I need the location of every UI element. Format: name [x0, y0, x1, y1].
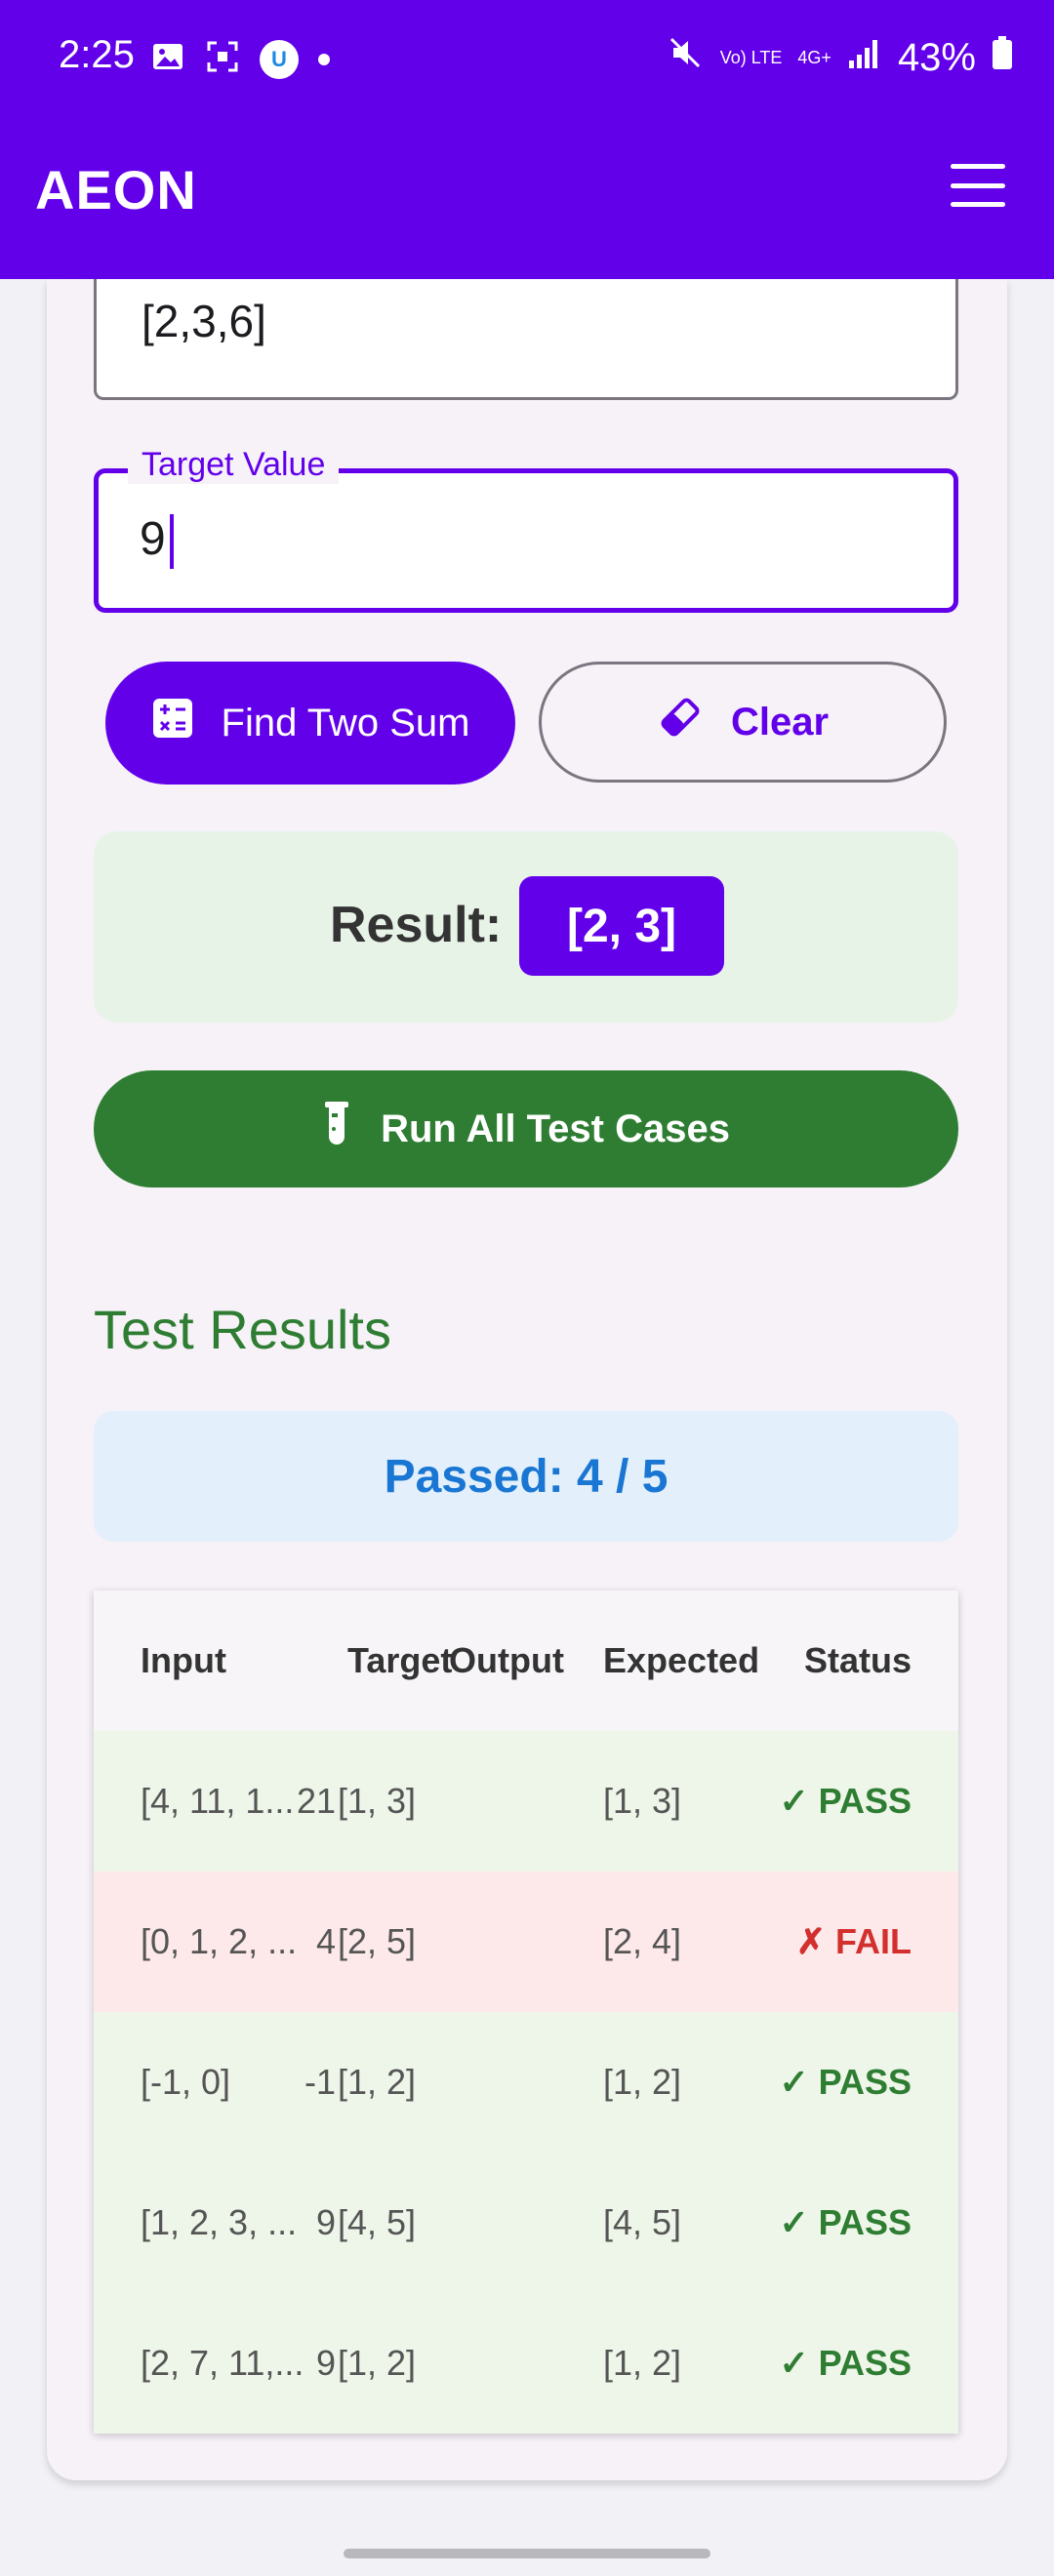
cell-target: 9	[315, 2343, 336, 2383]
status-bar: 2:25 U Vo) LTE 4G+ 43%	[0, 0, 1054, 113]
cell-input: [-1, 0]	[141, 2062, 231, 2102]
cell-target: 9	[315, 2202, 336, 2242]
cell-input: [1, 2, 3, ...	[141, 2202, 298, 2242]
test-tube-icon	[322, 1100, 351, 1158]
cell-output: [1, 3]	[338, 1781, 417, 1821]
result-label: Result:	[330, 897, 503, 953]
cell-target: 4	[315, 1921, 336, 1961]
app-badge-icon: U	[260, 39, 299, 79]
cell-status: ✓ PASS	[779, 2202, 912, 2242]
run-all-test-cases-button[interactable]: Run All Test Cases	[94, 1070, 958, 1187]
cell-expected: [4, 5]	[603, 2202, 682, 2242]
cell-status: ✓ PASS	[779, 2343, 912, 2383]
run-all-test-cases-label: Run All Test Cases	[381, 1107, 730, 1150]
cell-expected: [1, 2]	[603, 2343, 682, 2383]
cell-status: ✓ PASS	[779, 2062, 912, 2102]
app-title: AEON	[35, 159, 197, 221]
calculator-icon	[151, 697, 194, 749]
header-output: Output	[449, 1640, 564, 1680]
cell-expected: [1, 2]	[603, 2062, 682, 2102]
cell-status: ✗ FAIL	[795, 1921, 912, 1961]
dot-icon	[318, 53, 330, 65]
table-row: [2, 7, 11,... 9 [1, 2] [1, 2] ✓ PASS	[94, 2293, 958, 2434]
battery-text: 43%	[897, 35, 976, 79]
header-status: Status	[803, 1640, 912, 1680]
target-value-input[interactable]: Target Value 9	[94, 446, 958, 613]
app-header: 2:25 U Vo) LTE 4G+ 43% AEON	[0, 0, 1054, 279]
network-icon: 4G+	[797, 48, 831, 67]
table-row: [0, 1, 2, ... 4 [2, 5] [2, 4] ✗ FAIL	[94, 1872, 958, 2013]
home-indicator[interactable]	[344, 2549, 710, 2558]
result-value-badge: [2, 3]	[519, 876, 724, 976]
header-target: Target	[347, 1640, 453, 1680]
image-icon	[150, 39, 185, 79]
signal-icon	[847, 35, 882, 80]
array-input[interactable]: [2,3,6]	[94, 279, 958, 400]
cell-output: [2, 5]	[338, 1921, 417, 1961]
cell-input: [4, 11, 1...	[141, 1781, 295, 1821]
cell-output: [1, 2]	[338, 2343, 417, 2383]
clear-button[interactable]: Clear	[539, 662, 947, 783]
mute-icon	[666, 33, 705, 82]
cell-output: [1, 2]	[338, 2062, 417, 2102]
find-two-sum-label: Find Two Sum	[221, 701, 470, 745]
cell-input: [0, 1, 2, ...	[141, 1921, 298, 1961]
text-caret	[169, 514, 174, 570]
volte-icon: Vo) LTE	[719, 48, 783, 67]
target-value-label: Target Value	[128, 446, 340, 484]
cell-input: [2, 7, 11,...	[141, 2343, 304, 2383]
test-results-table: Input Target Output Expected Status [4, …	[94, 1590, 958, 2434]
table-row: [4, 11, 1... 21 [1, 3] [1, 3] ✓ PASS	[94, 1731, 958, 1872]
table-header: Input Target Output Expected Status	[94, 1590, 958, 1733]
screenshot-icon	[205, 39, 240, 79]
status-time: 2:25	[59, 33, 135, 76]
cell-target: -1	[304, 2062, 336, 2102]
test-results-title: Test Results	[94, 1299, 391, 1360]
eraser-icon	[657, 694, 704, 750]
cell-target: 21	[296, 1781, 336, 1821]
table-row: [-1, 0] -1 [1, 2] [1, 2] ✓ PASS	[94, 2012, 958, 2153]
header-input: Input	[141, 1640, 226, 1680]
cell-expected: [1, 3]	[603, 1781, 682, 1821]
table-row: [1, 2, 3, ... 9 [4, 5] [4, 5] ✓ PASS	[94, 2153, 958, 2294]
result-panel: Result: [2, 3]	[94, 831, 958, 1023]
header-expected: Expected	[603, 1640, 760, 1680]
target-value-text: 9	[140, 513, 166, 565]
cell-status: ✓ PASS	[779, 1781, 912, 1821]
passed-summary: Passed: 4 / 5	[94, 1411, 958, 1542]
find-two-sum-button[interactable]: Find Two Sum	[105, 662, 515, 785]
cell-expected: [2, 4]	[603, 1921, 682, 1961]
hamburger-menu-icon[interactable]	[951, 164, 1005, 207]
cell-output: [4, 5]	[338, 2202, 417, 2242]
clear-label: Clear	[730, 700, 830, 744]
battery-icon	[992, 35, 1013, 80]
array-input-value: [2,3,6]	[142, 296, 266, 346]
